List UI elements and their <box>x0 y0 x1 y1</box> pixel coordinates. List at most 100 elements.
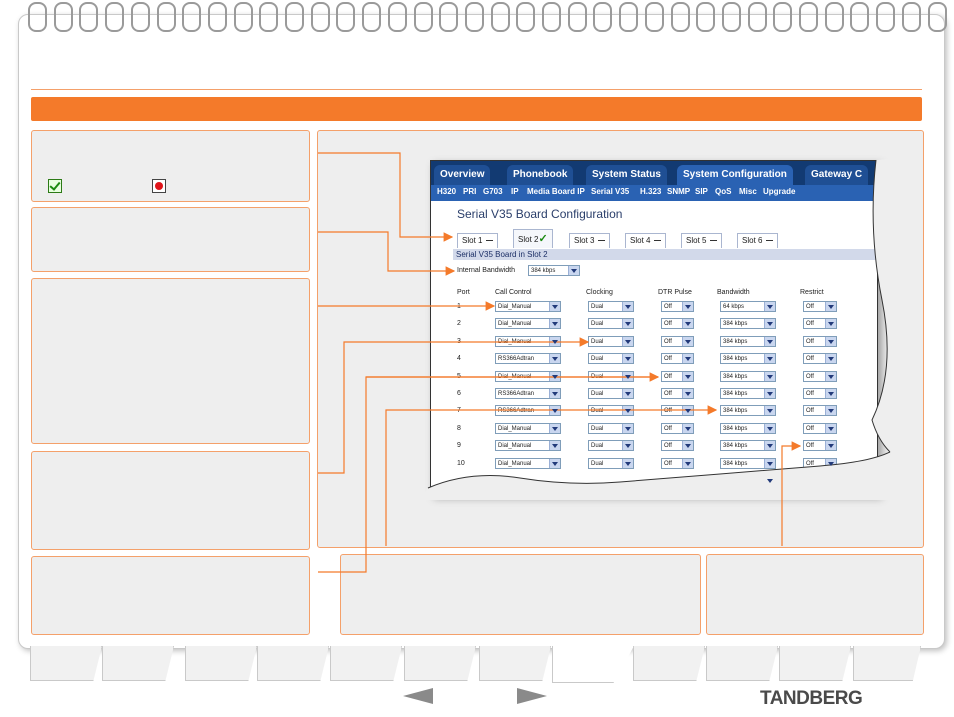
bandwidth-select[interactable]: 384 kbps <box>720 335 776 347</box>
dtr-pulse-select[interactable]: Off <box>661 405 694 417</box>
subtab-serial-v35[interactable]: Serial V35 <box>591 187 629 196</box>
tab-system-configuration[interactable]: System Configuration <box>677 165 793 185</box>
internal-bandwidth-select[interactable]: 384 kbps <box>528 265 580 276</box>
clocking-select[interactable]: Dual <box>588 353 634 365</box>
call-control-select[interactable]: Dial_Manual <box>495 318 561 330</box>
check-icon: ✓ <box>538 233 548 245</box>
bottom-tab[interactable] <box>779 646 851 681</box>
call-control-select[interactable]: Dial_Manual <box>495 370 561 382</box>
restrict-select[interactable]: Off <box>803 353 837 365</box>
dtr-pulse-select[interactable]: Off <box>661 370 694 382</box>
subtab-h320[interactable]: H320 <box>437 187 456 196</box>
dtr-pulse-select[interactable]: Off <box>661 457 694 469</box>
call-control-select[interactable]: RS366Adtran <box>495 388 561 399</box>
internal-bandwidth-panel <box>31 556 310 635</box>
clocking-select[interactable]: Dual <box>588 440 634 452</box>
slot-tab-1[interactable]: Slot 1 <box>457 233 499 248</box>
bandwidth-select[interactable]: 384 kbps <box>720 370 776 382</box>
tab-system-status[interactable]: System Status <box>586 165 667 185</box>
call-control-select[interactable]: Dial_Manual <box>495 301 561 312</box>
clocking-select[interactable]: Dual <box>588 335 634 347</box>
call-control-select[interactable]: Dial_Manual <box>495 440 561 452</box>
restrict-select[interactable]: Off <box>803 318 837 330</box>
subtab-h323[interactable]: H.323 <box>640 187 661 196</box>
binder-ring <box>644 2 664 32</box>
dtr-pulse-select[interactable]: Off <box>661 440 694 452</box>
subtab-g703[interactable]: G703 <box>483 187 503 196</box>
bandwidth-select[interactable]: 384 kbps <box>720 475 776 486</box>
restrict-select[interactable]: Off <box>803 457 837 469</box>
subtab-pri[interactable]: PRI <box>463 187 476 196</box>
clocking-select[interactable]: Dual <box>588 388 634 399</box>
binder-ring <box>799 2 818 32</box>
subtab-ip[interactable]: IP <box>511 187 519 196</box>
binder-ring <box>696 2 716 32</box>
bottom-tab[interactable] <box>404 646 476 681</box>
restrict-select[interactable]: Off <box>803 422 837 434</box>
clocking-select[interactable]: Dual <box>588 370 634 382</box>
dtr-pulse-select[interactable]: Off <box>661 422 694 434</box>
slot-tab-5[interactable]: Slot 5 <box>681 233 723 248</box>
bottom-tab[interactable] <box>633 646 705 681</box>
call-control-select[interactable]: Dial_Manual <box>495 457 561 469</box>
slot-tab-2[interactable]: Slot 2✓ <box>513 229 553 248</box>
subtab-upgrade[interactable]: Upgrade <box>763 187 795 196</box>
binder-ring <box>542 2 561 32</box>
restrict-select[interactable]: Off <box>803 335 837 347</box>
bandwidth-select[interactable]: 384 kbps <box>720 457 776 469</box>
port-number: 3 <box>457 337 461 345</box>
bandwidth-select[interactable]: 384 kbps <box>720 318 776 330</box>
tab-overview[interactable]: Overview <box>434 165 491 185</box>
slot-tab-3[interactable]: Slot 3 <box>569 233 611 248</box>
binder-ring <box>670 2 690 32</box>
bottom-tab[interactable] <box>257 646 329 681</box>
bandwidth-select[interactable]: 64 kbps <box>720 301 776 312</box>
bottom-tab-active[interactable] <box>552 646 634 683</box>
slot-tab-6[interactable]: Slot 6 <box>737 233 779 248</box>
section-title-bar <box>31 97 922 121</box>
restrict-select[interactable]: Off <box>803 440 837 452</box>
subtab-sip[interactable]: SIP <box>695 187 708 196</box>
prev-arrow-icon[interactable] <box>403 688 433 704</box>
call-control-select[interactable]: Dial_Manual <box>495 422 561 434</box>
dtr-pulse-select[interactable]: Off <box>661 301 694 312</box>
bottom-tab[interactable] <box>853 646 921 681</box>
dtr-pulse-select[interactable]: Off <box>661 353 694 365</box>
bottom-tab[interactable] <box>330 646 402 681</box>
clocking-select[interactable]: Dual <box>588 422 634 434</box>
slot-tab-4[interactable]: Slot 4 <box>625 233 667 248</box>
dtr-pulse-select[interactable]: Off <box>661 318 694 330</box>
subtab-snmp[interactable]: SNMP <box>667 187 690 196</box>
bandwidth-select[interactable]: 384 kbps <box>720 422 776 434</box>
tab-gateway[interactable]: Gateway C <box>805 165 869 185</box>
bottom-tab[interactable] <box>185 646 257 681</box>
call-control-select[interactable]: RS366Adtran <box>495 405 561 417</box>
call-control-select[interactable]: RS366Adtran <box>495 353 561 365</box>
next-arrow-icon[interactable] <box>517 688 547 704</box>
subtab-qos[interactable]: QoS <box>715 187 731 196</box>
bandwidth-select[interactable]: 384 kbps <box>720 405 776 417</box>
restrict-select[interactable]: Off <box>803 301 837 312</box>
bandwidth-select[interactable]: 384 kbps <box>720 440 776 452</box>
clocking-select[interactable]: Dual <box>588 457 634 469</box>
subtab-misc[interactable]: Misc <box>739 187 757 196</box>
dtr-pulse-select[interactable]: Off <box>661 335 694 347</box>
clocking-select[interactable]: Dual <box>588 318 634 330</box>
restrict-select[interactable]: Off <box>803 370 837 382</box>
bottom-tab[interactable] <box>102 646 174 681</box>
port-number: 7 <box>457 407 461 415</box>
binder-ring <box>336 2 356 32</box>
clocking-select[interactable]: Dual <box>588 301 634 312</box>
restrict-select[interactable]: Off <box>803 405 837 417</box>
dtr-pulse-select[interactable]: Off <box>661 388 694 399</box>
bottom-tab[interactable] <box>706 646 778 681</box>
clocking-select[interactable]: Dual <box>588 405 634 417</box>
bandwidth-select[interactable]: 384 kbps <box>720 353 776 365</box>
call-control-select[interactable]: Dial_Manual <box>495 335 561 347</box>
bottom-tab[interactable] <box>30 646 102 681</box>
restrict-select[interactable]: Off <box>803 388 837 399</box>
subtab-media-board-ip[interactable]: Media Board IP <box>527 187 585 196</box>
bandwidth-select[interactable]: 384 kbps <box>720 388 776 399</box>
tab-phonebook[interactable]: Phonebook <box>507 165 574 185</box>
bottom-tab[interactable] <box>479 646 551 681</box>
